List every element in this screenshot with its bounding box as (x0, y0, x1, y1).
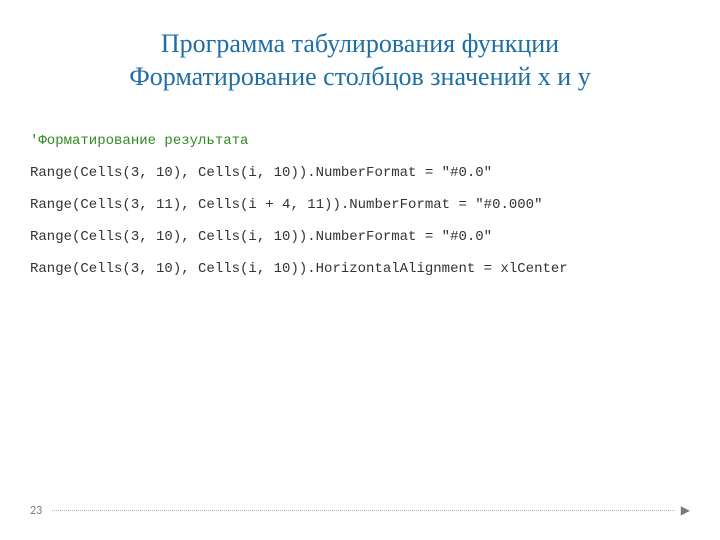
title-line-2: Форматирование столбцов значений x и y (0, 61, 720, 94)
code-line: Range(Cells(3, 10), Cells(i, 10)).Horizo… (30, 261, 568, 277)
title-block: Программа табулирования функции Форматир… (0, 0, 720, 93)
code-line: Range(Cells(3, 10), Cells(i, 10)).Number… (30, 165, 492, 181)
code-comment: 'Форматирование результата (30, 133, 248, 149)
slide: Программа табулирования функции Форматир… (0, 0, 720, 540)
title-line-1: Программа табулирования функции (0, 28, 720, 61)
footer-rule (52, 510, 675, 511)
footer: 23 ▶ (30, 503, 690, 518)
code-block: 'Форматирование результата Range(Cells(3… (0, 93, 720, 277)
arrow-icon: ▶ (681, 503, 690, 518)
code-line: Range(Cells(3, 10), Cells(i, 10)).Number… (30, 229, 492, 245)
code-line: Range(Cells(3, 11), Cells(i + 4, 11)).Nu… (30, 197, 542, 213)
page-number: 23 (30, 504, 42, 518)
